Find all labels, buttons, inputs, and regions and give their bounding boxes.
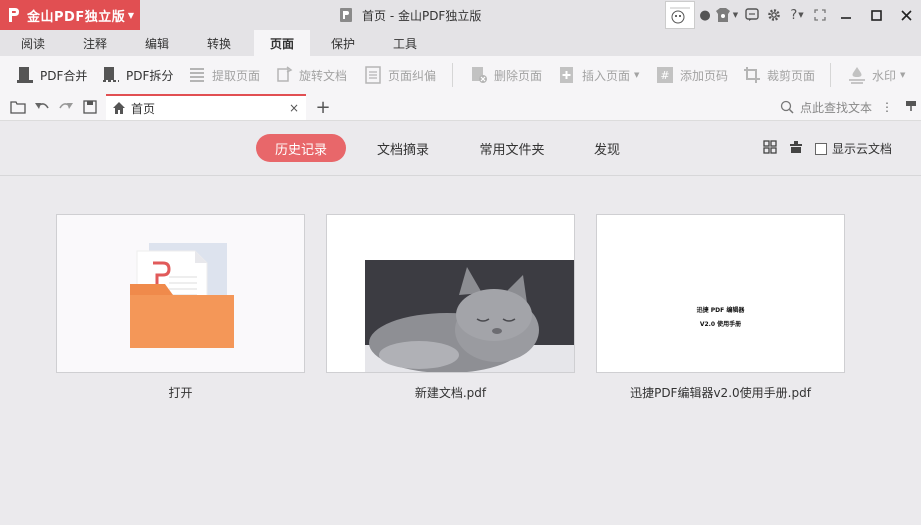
help-icon[interactable]: ? ▼ bbox=[785, 0, 809, 30]
fullscreen-icon[interactable] bbox=[809, 0, 831, 30]
delete-page-label: 删除页面 bbox=[494, 68, 543, 83]
pdf-merge-button[interactable]: PDF合并 bbox=[16, 56, 87, 94]
menu-tab-bar: 阅读 注释 编辑 转换 页面 保护 工具 bbox=[0, 30, 921, 56]
find-text-placeholder: 点此查找文本 bbox=[800, 100, 873, 115]
tab-home-label: 首页 bbox=[131, 101, 156, 116]
tab-read[interactable]: 阅读 bbox=[8, 30, 58, 56]
gear-icon[interactable] bbox=[763, 0, 785, 30]
ribbon-divider bbox=[452, 63, 453, 87]
app-name: 金山PDF独立版 bbox=[27, 9, 126, 25]
watermark-button[interactable]: 水印 ▼ bbox=[848, 56, 905, 94]
minimize-button[interactable] bbox=[831, 0, 861, 30]
kitten-thumbnail bbox=[327, 215, 574, 372]
tab-tools[interactable]: 工具 bbox=[380, 30, 430, 56]
rotate-doc-label: 旋转文档 bbox=[299, 68, 348, 83]
folder-icon bbox=[130, 243, 234, 348]
tab-history[interactable]: 历史记录 bbox=[256, 134, 346, 162]
skin-icon[interactable]: ▼ bbox=[711, 0, 741, 30]
ribbon-toolbar: PDF合并 PDF拆分 提取页面 旋转文档 页面纠偏 删除页面 插入页面 ▼ #… bbox=[0, 56, 921, 94]
thumbnail-title-line: 迅捷 PDF 编辑器 bbox=[696, 307, 745, 314]
tab-discover[interactable]: 发现 bbox=[582, 134, 632, 162]
rotate-doc-button[interactable]: 旋转文档 bbox=[275, 56, 347, 94]
tab-protect[interactable]: 保护 bbox=[318, 30, 368, 56]
search-icon bbox=[780, 100, 794, 114]
home-content: 历史记录 文档摘录 常用文件夹 发现 显示云文档 打开 新建文档.pdf 迅捷 … bbox=[0, 121, 921, 525]
ribbon-divider bbox=[830, 63, 831, 87]
chevron-down-icon: ▼ bbox=[127, 10, 134, 20]
insert-page-icon bbox=[558, 66, 576, 84]
undo-icon[interactable] bbox=[30, 94, 54, 120]
tab-home[interactable]: 首页 × bbox=[106, 94, 306, 120]
avatar[interactable] bbox=[665, 1, 695, 29]
pdf-split-button[interactable]: PDF拆分 bbox=[102, 56, 173, 94]
window-title-text: 首页 - 金山PDF独立版 bbox=[362, 8, 482, 23]
show-cloud-docs-toggle[interactable]: 显示云文档 bbox=[815, 140, 892, 157]
crop-page-label: 裁剪页面 bbox=[767, 68, 816, 83]
more-icon[interactable]: ⋮ bbox=[881, 100, 893, 114]
rotate-icon bbox=[275, 66, 293, 84]
insert-page-label: 插入页面 bbox=[582, 68, 631, 83]
close-window-button[interactable] bbox=[891, 0, 921, 30]
window-title: 首页 - 金山PDF独立版 bbox=[340, 0, 481, 30]
document-tab-bar: 首页 × + 点此查找文本 ⋮ bbox=[0, 94, 921, 121]
extract-pages-button[interactable]: 提取页面 bbox=[188, 56, 260, 94]
open-file-caption: 打开 bbox=[168, 386, 193, 400]
deskew-button[interactable]: 页面纠偏 bbox=[364, 56, 436, 94]
add-page-number-button[interactable]: # 添加页码 bbox=[656, 56, 728, 94]
save-icon[interactable] bbox=[78, 94, 102, 120]
deskew-icon bbox=[364, 66, 382, 84]
tab-convert[interactable]: 转换 bbox=[194, 30, 244, 56]
new-tab-button[interactable]: + bbox=[314, 94, 332, 120]
delete-page-button[interactable]: 删除页面 bbox=[470, 56, 542, 94]
file-card[interactable] bbox=[326, 214, 575, 373]
app-menu-button[interactable]: 金山PDF独立版 ▼ bbox=[0, 0, 140, 30]
watermark-label: 水印 bbox=[872, 68, 897, 83]
crop-page-button[interactable]: 裁剪页面 bbox=[743, 56, 815, 94]
tab-common-folders[interactable]: 常用文件夹 bbox=[466, 134, 558, 162]
pin-icon[interactable] bbox=[905, 100, 917, 115]
clean-icon[interactable] bbox=[789, 140, 803, 154]
watermark-icon bbox=[848, 66, 866, 84]
tab-edit[interactable]: 编辑 bbox=[132, 30, 182, 56]
title-bar: 金山PDF独立版 ▼ 首页 - 金山PDF独立版 ● ▼ ? ▼ bbox=[0, 0, 921, 30]
extract-pages-label: 提取页面 bbox=[212, 68, 261, 83]
open-file-card[interactable] bbox=[56, 214, 305, 373]
deskew-label: 页面纠偏 bbox=[388, 68, 437, 83]
open-folder-icon[interactable] bbox=[6, 94, 30, 120]
pdf-merge-label: PDF合并 bbox=[40, 68, 88, 83]
thumbnail-subtitle-line: V2.0 使用手册 bbox=[699, 321, 742, 328]
show-cloud-label: 显示云文档 bbox=[832, 142, 893, 156]
insert-page-button[interactable]: 插入页面 ▼ bbox=[558, 56, 639, 94]
add-page-number-label: 添加页码 bbox=[680, 68, 729, 83]
extract-icon bbox=[188, 66, 206, 84]
dot-icon: ● bbox=[699, 7, 711, 23]
pdf-split-label: PDF拆分 bbox=[126, 68, 174, 83]
home-subnav: 历史记录 文档摘录 常用文件夹 发现 显示云文档 bbox=[0, 121, 921, 176]
file-caption: 迅捷PDF编辑器v2.0使用手册.pdf bbox=[630, 386, 811, 400]
merge-icon bbox=[16, 66, 34, 84]
svg-text:#: # bbox=[660, 69, 669, 82]
show-cloud-checkbox[interactable] bbox=[815, 142, 827, 155]
tab-page[interactable]: 页面 bbox=[254, 30, 310, 56]
tab-doc-summary[interactable]: 文档摘录 bbox=[362, 134, 444, 162]
file-card[interactable]: 迅捷 PDF 编辑器 V2.0 使用手册 bbox=[596, 214, 845, 373]
close-icon[interactable]: × bbox=[289, 101, 299, 115]
grid-view-icon[interactable] bbox=[763, 140, 777, 154]
message-icon[interactable] bbox=[741, 0, 763, 30]
app-logo-icon bbox=[9, 8, 19, 22]
home-icon bbox=[113, 102, 125, 114]
tab-annotate[interactable]: 注释 bbox=[70, 30, 120, 56]
crop-icon bbox=[743, 66, 761, 84]
chevron-down-icon: ▼ bbox=[900, 71, 906, 79]
file-caption: 新建文档.pdf bbox=[414, 386, 487, 400]
maximize-button[interactable] bbox=[861, 0, 891, 30]
delete-page-icon bbox=[470, 66, 488, 84]
redo-icon[interactable] bbox=[54, 94, 78, 120]
pdf-file-icon bbox=[340, 8, 352, 22]
chevron-down-icon: ▼ bbox=[634, 71, 640, 79]
split-icon bbox=[102, 66, 120, 84]
find-text-box[interactable]: 点此查找文本 ⋮ bbox=[780, 94, 917, 120]
page-number-icon: # bbox=[656, 66, 674, 84]
